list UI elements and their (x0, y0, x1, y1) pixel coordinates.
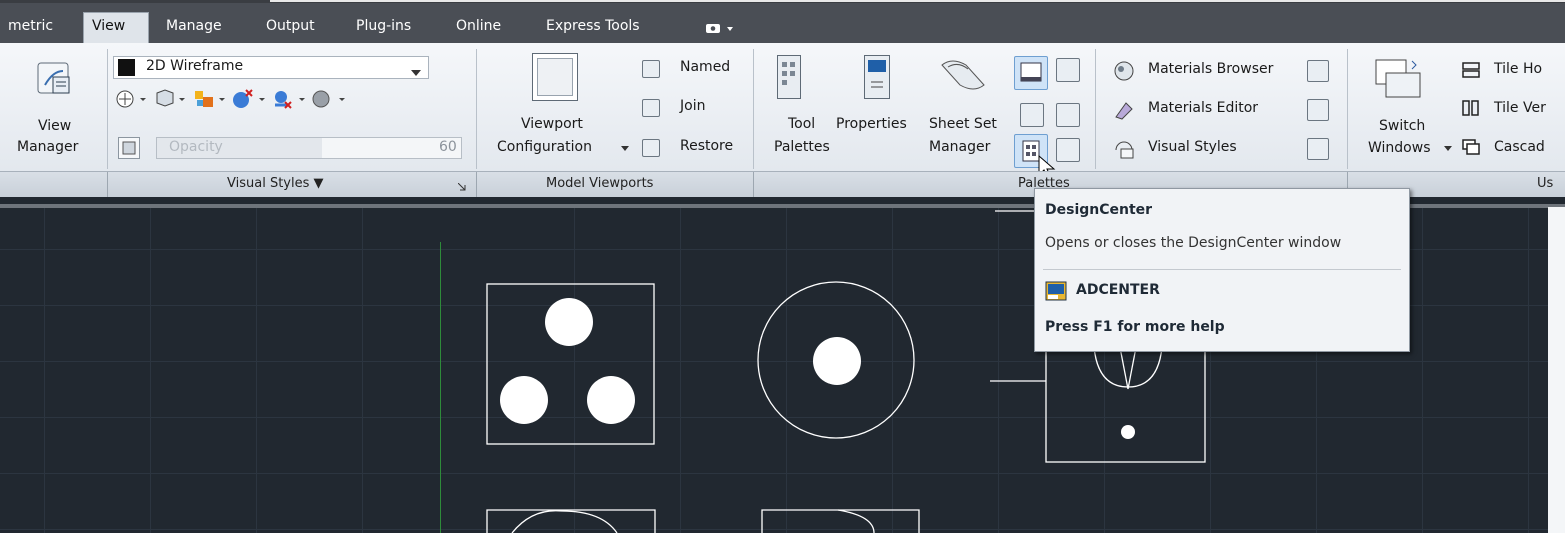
restore-viewports-label[interactable]: Restore (680, 138, 733, 154)
materials-browser-icon[interactable] (1113, 60, 1135, 82)
tab-view[interactable]: View (83, 12, 149, 43)
view-manager-label-2[interactable]: Manager (17, 139, 78, 155)
materials-editor-label[interactable]: Materials Editor (1148, 100, 1258, 116)
join-viewports-icon[interactable] (642, 99, 660, 117)
viewport-configuration-icon[interactable] (532, 53, 578, 101)
opacity-slider[interactable]: Opacity 60 (156, 137, 462, 159)
chevron-down-icon[interactable] (621, 140, 629, 155)
ribbon-tab-bar: metric View Manage Output Plug-ins Onlin… (0, 0, 1565, 43)
visual-style-dropdown[interactable]: 2D Wireframe (113, 56, 429, 79)
panel-title-model-viewports: Model Viewports (546, 176, 654, 191)
xray-toggle-icon[interactable] (118, 137, 140, 159)
opacity-value: 60 (439, 139, 457, 155)
panel-title-visual-styles[interactable]: Visual Styles ▼ (227, 176, 324, 191)
markup-set-manager-icon[interactable] (1056, 58, 1080, 82)
view-manager-icon[interactable] (35, 59, 75, 99)
switch-windows-label-1[interactable]: Switch (1379, 118, 1425, 134)
tooltip-description: Opens or closes the DesignCenter window (1045, 235, 1342, 251)
properties-label[interactable]: Properties (836, 116, 907, 132)
tab-express-tools[interactable]: Express Tools (538, 13, 648, 43)
dialog-launcher-icon[interactable] (457, 180, 466, 195)
tooltip-title: DesignCenter (1045, 202, 1153, 218)
tab-parametric[interactable]: metric (0, 13, 61, 43)
title-bar-edge (0, 0, 1565, 3)
named-viewports-label[interactable]: Named (680, 59, 730, 75)
join-viewports-label[interactable]: Join (680, 98, 705, 114)
view-manager-label-1[interactable]: View (38, 118, 71, 134)
chevron-down-icon[interactable] (1444, 140, 1452, 155)
quickcalc-icon[interactable] (1020, 103, 1044, 127)
lights-in-model-icon[interactable] (1307, 60, 1329, 82)
tile-horizontal-icon[interactable] (1462, 62, 1480, 78)
restore-viewports-icon[interactable] (642, 139, 660, 157)
calculator-icon[interactable] (1056, 103, 1080, 127)
sheet-set-manager-label-2[interactable]: Manager (929, 139, 990, 155)
ribbon-panel-area: View Manager 2D Wireframe Opacity 60 Vie… (0, 43, 1565, 180)
tile-vertical-label[interactable]: Tile Ver (1494, 100, 1546, 116)
visual-styles-palette-icon[interactable] (1113, 138, 1135, 160)
visual-style-value: 2D Wireframe (146, 58, 244, 74)
tooltip-help: Press F1 for more help (1045, 319, 1225, 335)
advanced-render-settings-icon[interactable] (1307, 99, 1329, 121)
dbconnect-icon[interactable] (1056, 138, 1080, 162)
viewport-configuration-label-2[interactable]: Configuration (497, 139, 592, 155)
cascade-label[interactable]: Cascad (1494, 139, 1545, 155)
tooltip-command: ADCENTER (1076, 282, 1160, 298)
visual-styles-palette-label[interactable]: Visual Styles (1148, 139, 1237, 155)
toggle-command-line-icon[interactable] (1014, 56, 1048, 90)
materials-editor-icon[interactable] (1113, 99, 1135, 121)
named-viewports-icon[interactable] (642, 60, 660, 78)
wireframe-style-icon (118, 59, 135, 76)
panel-title-user-interface: Us (1537, 176, 1554, 191)
viewport-configuration-label-1[interactable]: Viewport (521, 116, 583, 132)
tab-manage[interactable]: Manage (158, 13, 230, 43)
properties-icon[interactable] (864, 55, 890, 99)
tool-palettes-icon[interactable] (777, 55, 801, 99)
designcenter-tooltip: DesignCenter Opens or closes the DesignC… (1034, 188, 1410, 352)
tab-output[interactable]: Output (258, 13, 323, 43)
materials-browser-label[interactable]: Materials Browser (1148, 61, 1273, 77)
opacity-label: Opacity (169, 139, 223, 155)
sheet-set-manager-icon[interactable] (938, 55, 992, 95)
sun-properties-icon[interactable] (1307, 138, 1329, 160)
sheet-set-manager-label-1[interactable]: Sheet Set (929, 116, 997, 132)
switch-windows-icon[interactable] (1374, 57, 1424, 101)
tab-plug-ins[interactable]: Plug-ins (348, 13, 419, 43)
tool-palettes-label-2[interactable]: Palettes (774, 139, 830, 155)
tile-horizontal-label[interactable]: Tile Ho (1494, 61, 1542, 77)
chevron-down-icon (411, 65, 421, 80)
adcenter-command-icon (1045, 281, 1067, 301)
tool-palettes-label-1[interactable]: Tool (788, 116, 815, 132)
tab-online[interactable]: Online (448, 13, 509, 43)
visual-style-tools-row (113, 87, 429, 111)
cascade-icon[interactable] (1462, 139, 1480, 155)
camera-dropdown-icon[interactable] (705, 22, 735, 36)
switch-windows-label-2[interactable]: Windows (1368, 140, 1431, 156)
tile-vertical-icon[interactable] (1462, 100, 1480, 116)
